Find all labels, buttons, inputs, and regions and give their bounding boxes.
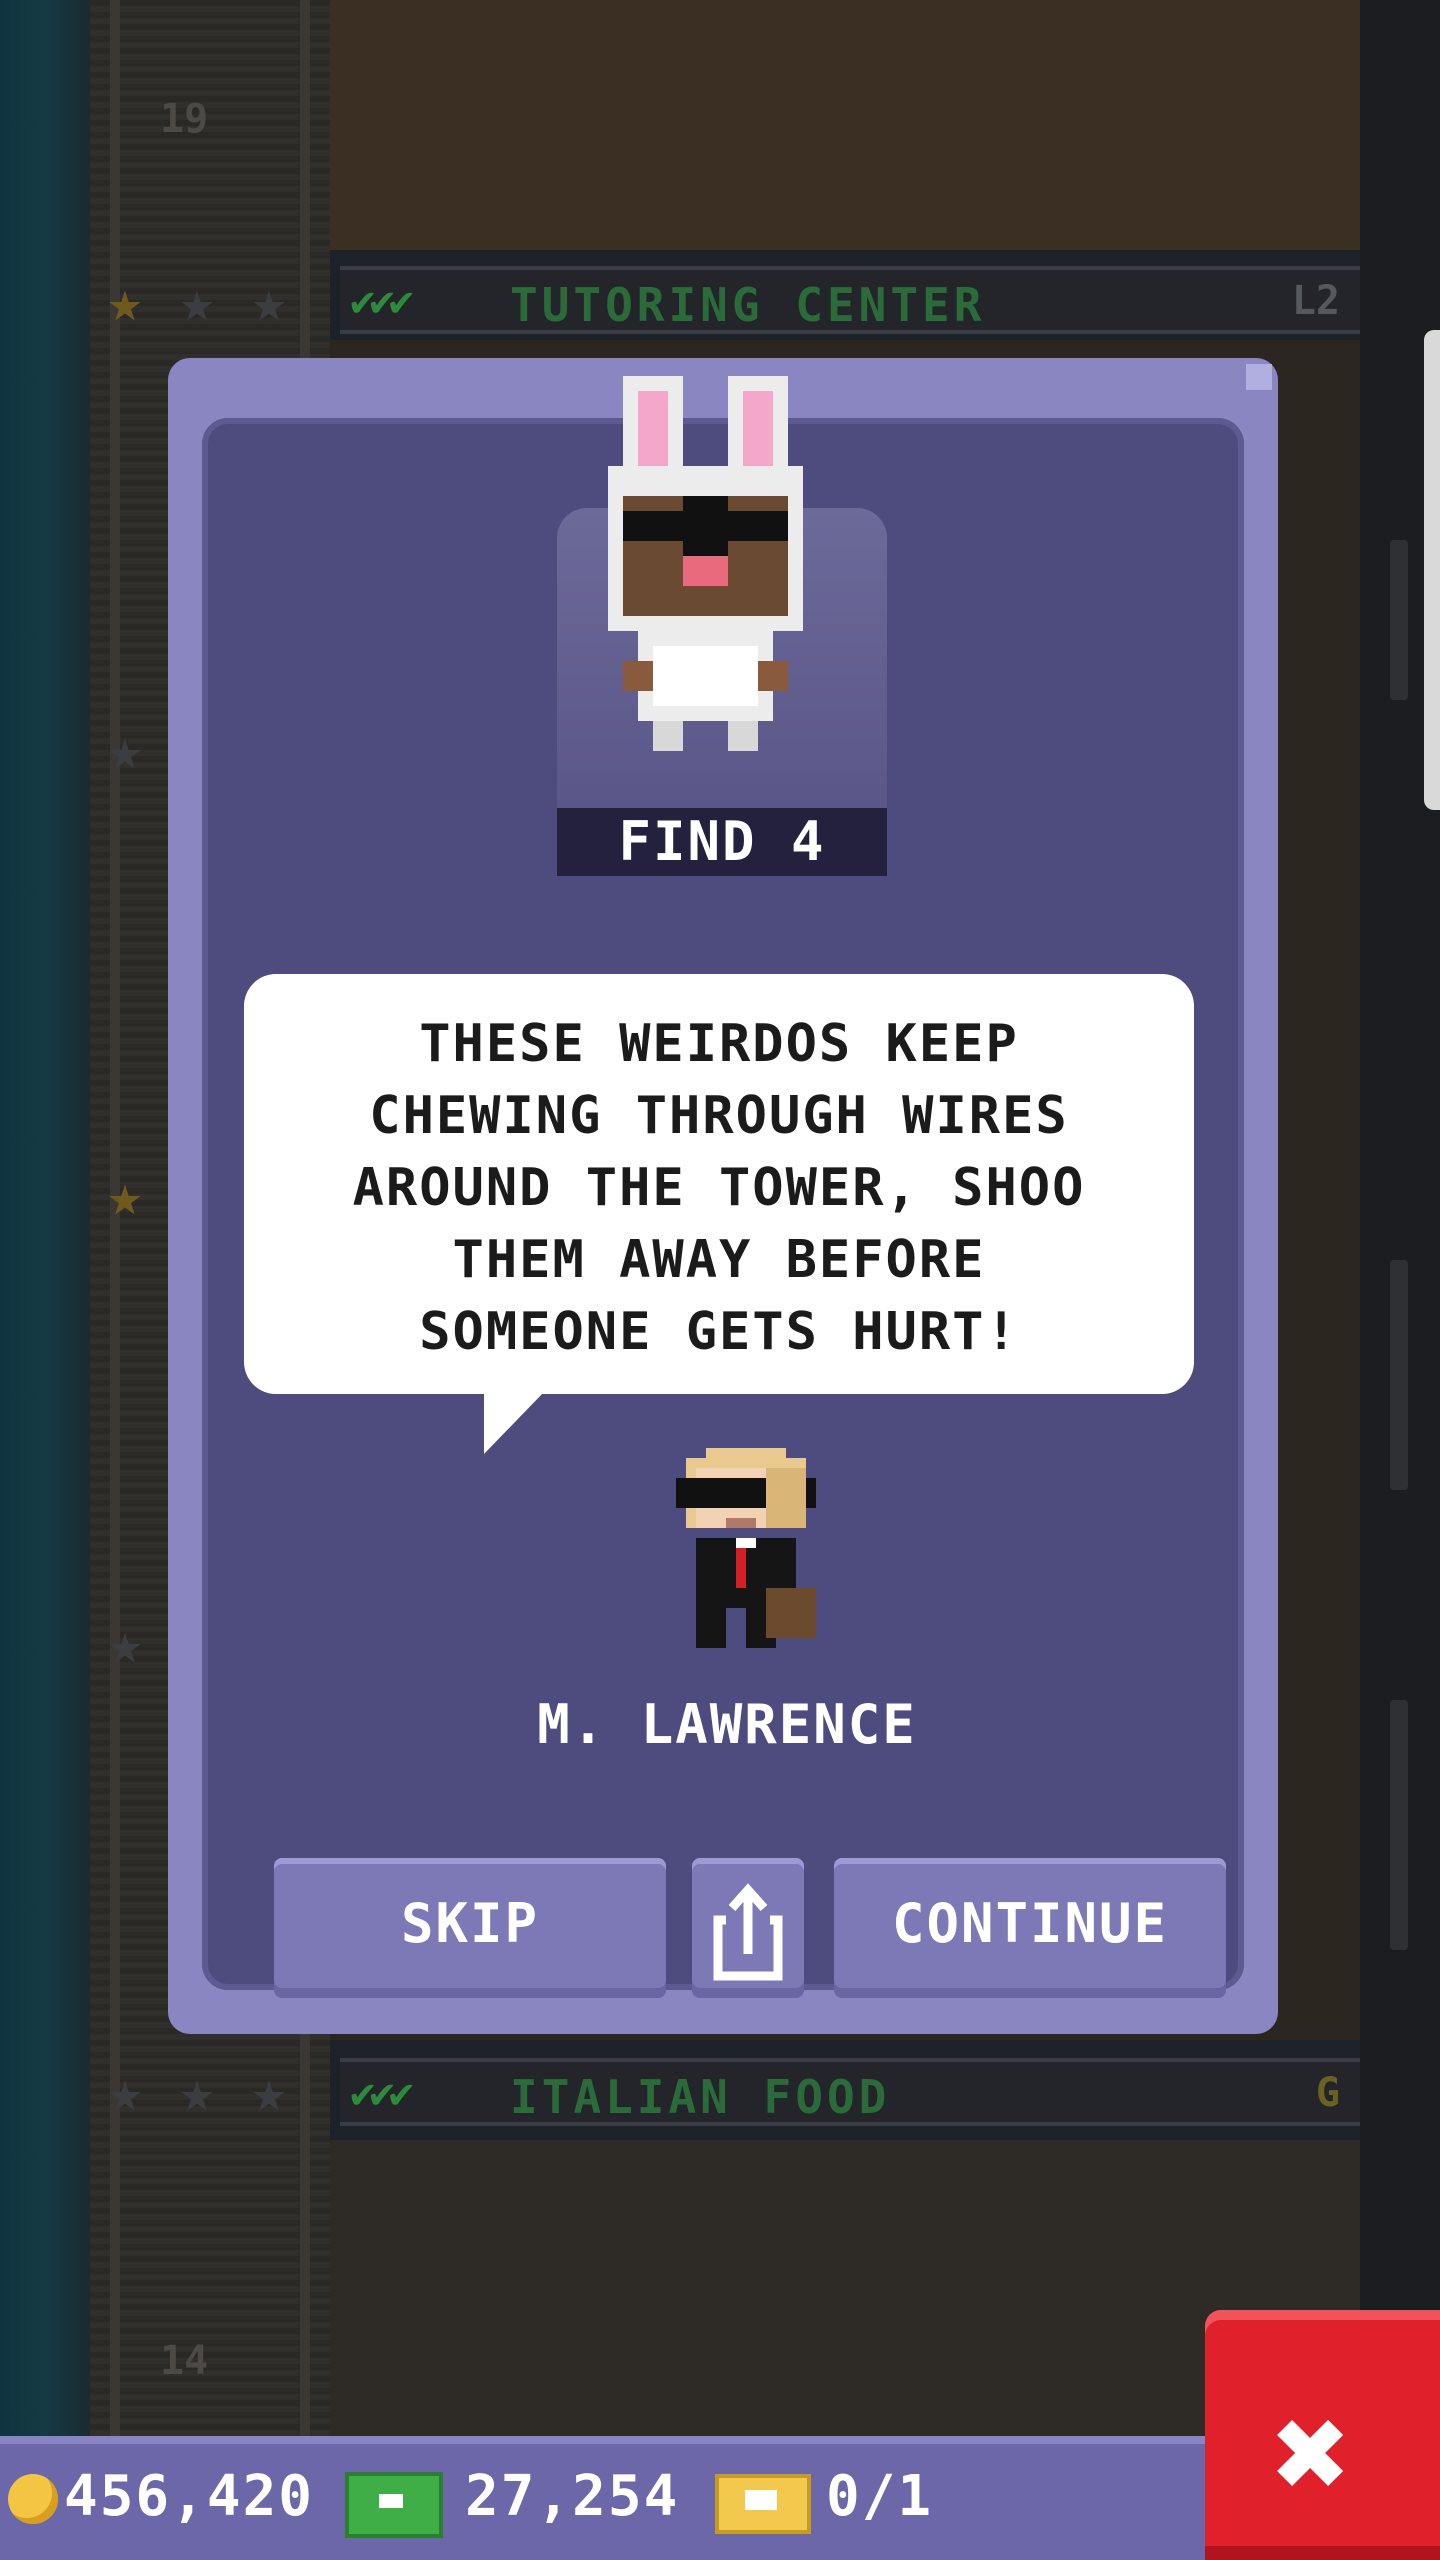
mission-dialog: FIND 4 THESE WEIRDOS KEEP CHEWING THROUG… [168,358,1278,2034]
star-icon: ★ [251,2057,287,2125]
speech-bubble: THESE WEIRDOS KEEP CHEWING THROUGH WIRES… [244,974,1194,1454]
star-icon: ★ [107,1609,143,1677]
speech-bubble-tail [484,1392,544,1454]
floor-sign-italian: ✔✔✔ ITALIAN FOOD G [340,2058,1360,2126]
star-icon: ★ [107,715,143,783]
floor-level: L2 [1291,278,1340,324]
bunny-costume-character [608,376,803,751]
continue-button[interactable]: CONTINUE [834,1858,1226,1998]
floor-number: 14 [160,2338,209,2384]
find-count-label: FIND 4 [618,810,826,873]
star-icon: ★ [179,2057,215,2125]
close-button[interactable]: ✖ [1205,2310,1440,2560]
ticket-icon [715,2474,811,2534]
star-icon: ★ [107,267,143,335]
floor-sign-tutoring: ✔✔✔ TUTORING CENTER L2 [340,266,1360,334]
star-icon: ★ [107,2057,143,2125]
share-icon [713,1883,783,1981]
skip-button[interactable]: SKIP [274,1858,666,1998]
star-icon: ★ [251,267,287,335]
scroll-handle[interactable] [1424,330,1440,810]
dialog-corner [1246,364,1272,390]
continue-label: CONTINUE [891,1892,1169,1955]
floor-number: 19 [160,96,209,142]
tickets-value: 0/1 [826,2464,934,2529]
star-icon: ★ [179,267,215,335]
speaker-name: M. LAWRENCE [537,1693,917,1756]
floor-level: G [1315,2070,1340,2116]
star-icon: ★ [107,1161,143,1229]
dialog-message: THESE WEIRDOS KEEP CHEWING THROUGH WIRES… [352,1014,1086,1362]
floor-tutoring-center[interactable] [330,0,1360,250]
floor-name: TUTORING CENTER [510,278,986,332]
close-icon: ✖ [1273,2377,1352,2529]
floor-checks: ✔✔✔ [350,276,414,325]
find-count-bar: FIND 4 [557,808,887,876]
skip-label: SKIP [400,1892,540,1955]
floor-checks: ✔✔✔ [350,2068,414,2117]
sky-edge [0,0,90,2440]
coin-icon [8,2474,58,2524]
agent-avatar [676,1448,816,1648]
bux-value: 27,254 [465,2464,680,2529]
floor-name: ITALIAN FOOD [510,2070,891,2124]
share-button[interactable] [692,1858,804,1998]
coins-value: 456,420 [64,2464,315,2529]
bux-icon [345,2472,443,2538]
